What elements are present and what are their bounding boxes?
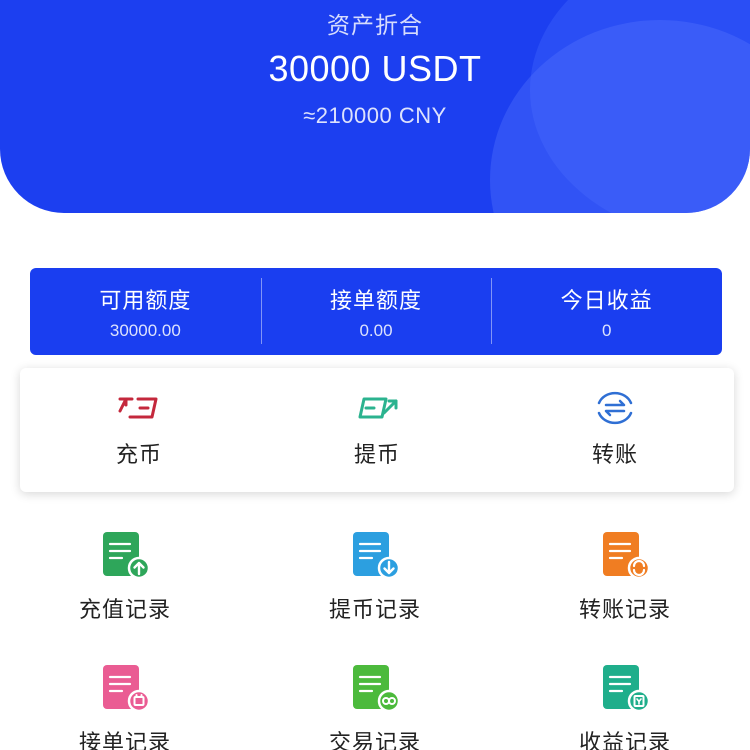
deposit-icon xyxy=(118,397,158,419)
withdraw-record-icon xyxy=(353,532,401,580)
stat-label: 接单额度 xyxy=(330,288,423,314)
withdraw-record-button[interactable]: 提币记录 xyxy=(250,530,500,624)
asset-total-amount: 30000 USDT xyxy=(268,48,482,89)
stat-value: 30000.00 xyxy=(109,320,181,340)
withdraw-label: 提币 xyxy=(353,443,400,468)
trade-record-button[interactable]: 交易记录 xyxy=(250,663,500,750)
transfer-button[interactable]: 转账 xyxy=(496,368,734,492)
trade-record-icon xyxy=(353,665,401,713)
earnings-record-label: 收益记录 xyxy=(578,731,671,750)
withdraw-record-label: 提币记录 xyxy=(328,598,421,623)
deposit-button[interactable]: 充币 xyxy=(20,368,258,492)
recharge-record-button[interactable]: 充值记录 xyxy=(0,530,250,624)
stat-label: 今日收益 xyxy=(560,288,653,314)
asset-total-cny: ≈210000 CNY xyxy=(303,103,447,128)
transfer-record-button[interactable]: 转账记录 xyxy=(500,530,750,624)
stat-today-earnings: 今日收益 0 xyxy=(491,268,722,355)
recharge-record-label: 充值记录 xyxy=(78,598,171,623)
stat-available-quota: 可用额度 30000.00 xyxy=(30,268,261,355)
earnings-record-button[interactable]: 收益记录 xyxy=(500,663,750,750)
withdraw-button[interactable]: 提币 xyxy=(258,368,496,492)
stat-label: 可用额度 xyxy=(99,288,192,314)
order-record-label: 接单记录 xyxy=(78,731,171,750)
withdraw-icon xyxy=(358,397,398,419)
asset-header: 资产折合 30000 USDT ≈210000 CNY xyxy=(0,0,750,213)
transfer-record-label: 转账记录 xyxy=(578,598,671,623)
deposit-label: 充币 xyxy=(115,443,162,468)
stat-value: 0.00 xyxy=(359,320,393,340)
order-record-button[interactable]: 接单记录 xyxy=(0,663,250,750)
quota-stats-bar: 可用额度 30000.00 接单额度 0.00 今日收益 0 xyxy=(30,268,722,355)
wallet-actions-card: 充币 提币 转账 xyxy=(20,368,734,492)
transfer-icon xyxy=(597,391,633,425)
earnings-record-icon xyxy=(603,665,651,713)
stat-order-quota: 接单额度 0.00 xyxy=(260,268,492,355)
transfer-record-icon xyxy=(603,532,651,580)
transfer-label: 转账 xyxy=(591,443,638,468)
trade-record-label: 交易记录 xyxy=(328,731,421,750)
asset-total-label: 资产折合 xyxy=(327,13,423,39)
stat-value: 0 xyxy=(601,320,612,340)
order-record-icon xyxy=(103,665,151,713)
recharge-record-icon xyxy=(103,532,151,580)
